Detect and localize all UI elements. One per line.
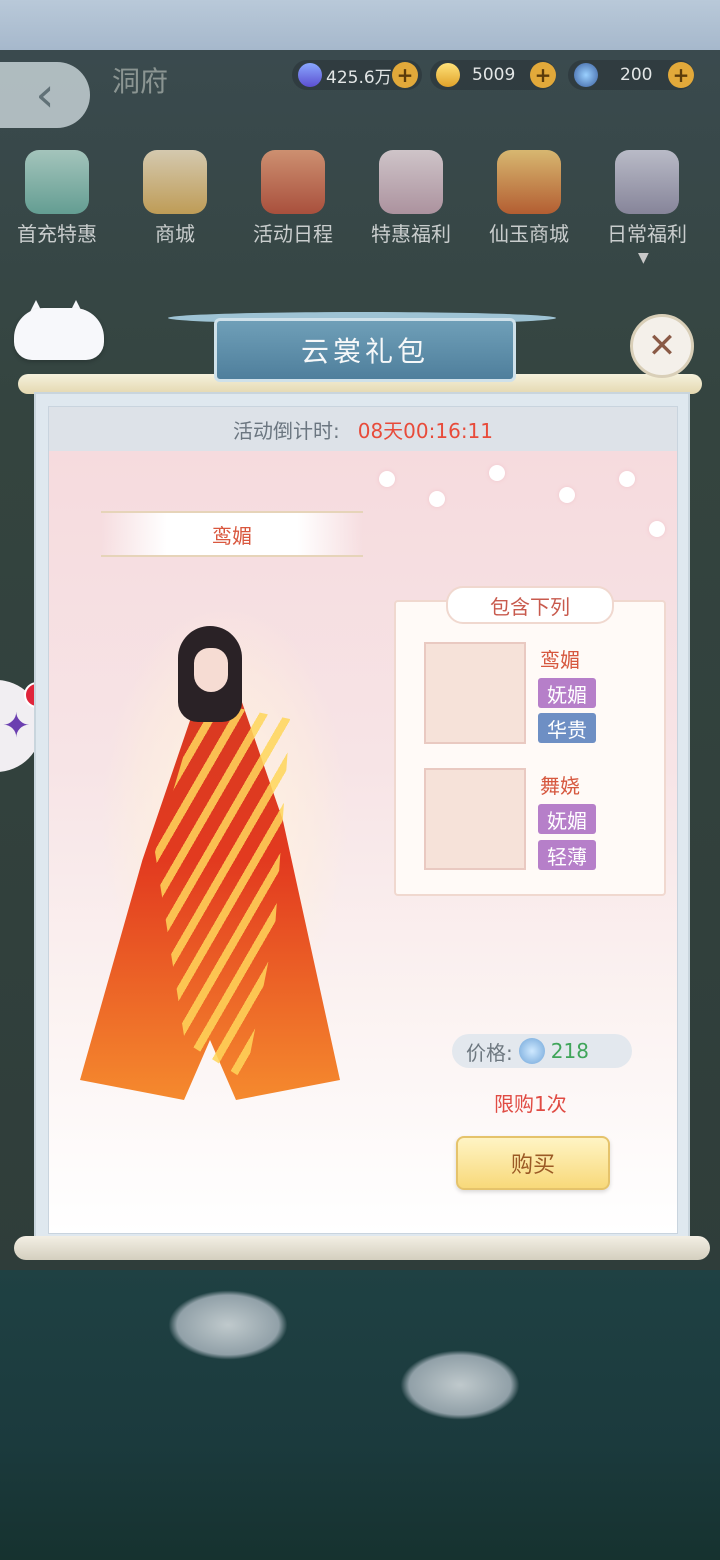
character-face (194, 648, 228, 692)
modal-title: 云裳礼包 (300, 335, 429, 368)
sky-strip (0, 0, 720, 50)
item-thumb-dress[interactable] (424, 768, 526, 870)
pond-scene (0, 1270, 720, 1560)
item-tag: 妩媚 (538, 678, 596, 708)
jade-shop-icon (497, 150, 561, 214)
jade-gem-icon (518, 1038, 545, 1064)
blossom-decoration (559, 487, 575, 503)
item-tag: 妩媚 (538, 804, 596, 834)
add-crystal-button[interactable]: + (392, 62, 418, 88)
close-icon: ✕ (647, 326, 677, 366)
item-name: 舞娆 (540, 774, 580, 798)
price-label: 价格: (466, 1040, 513, 1065)
menu-item-event-schedule[interactable]: 活动日程 (238, 150, 348, 250)
menu-item-shop[interactable]: 商城 (120, 150, 230, 250)
back-button[interactable]: ‹ (0, 62, 90, 128)
add-jade-button[interactable]: + (668, 62, 694, 88)
expand-menu-chevron-icon[interactable]: ▼ (638, 250, 649, 266)
item-tag: 轻薄 (538, 840, 596, 870)
menu-item-daily-benefit[interactable]: 日常福利 (592, 150, 702, 250)
menu-item-jade-shop[interactable]: 仙玉商城 (474, 150, 584, 250)
outfit-name: 鸾媚 (212, 523, 252, 548)
daily-benefit-icon (615, 150, 679, 214)
blossom-decoration (619, 471, 635, 487)
add-gold-button[interactable]: + (530, 62, 556, 88)
shop-icon (143, 150, 207, 214)
fox-mascot (14, 308, 104, 360)
special-benefit-icon (379, 150, 443, 214)
first-recharge-icon (25, 150, 89, 214)
menu-item-special-benefit[interactable]: 特惠福利 (356, 150, 466, 250)
item-thumb-headpiece[interactable] (424, 642, 526, 744)
item-name: 鸾媚 (540, 648, 580, 672)
countdown-bar: 活动倒计时: 08天00:16:11 (49, 407, 677, 451)
jade-orb-icon (574, 63, 598, 87)
gold-ingot-icon (436, 63, 460, 87)
buy-button[interactable]: 购买 (456, 1136, 610, 1190)
blossom-decoration (649, 521, 665, 537)
activity-menu: 首充特惠 商城 活动日程 特惠福利 仙玉商城 日常福利 (0, 150, 720, 250)
price-box: 价格: 218 (452, 1034, 632, 1068)
blossom-decoration (489, 465, 505, 481)
event-schedule-icon (261, 150, 325, 214)
outfit-name-ribbon: 鸾媚 (101, 511, 363, 557)
crystal-icon (298, 63, 322, 87)
purchase-limit: 限购1次 (494, 1092, 567, 1116)
modal-title-banner: 云裳礼包 (214, 318, 516, 382)
back-arrow-icon: ‹ (35, 67, 55, 123)
countdown-label: 活动倒计时: (232, 418, 340, 443)
price-value: 218 (550, 1039, 589, 1063)
blossom-decoration (379, 471, 395, 487)
lotus-decoration (400, 1350, 520, 1420)
menu-item-first-recharge[interactable]: 首充特惠 (2, 150, 112, 250)
lotus-decoration (168, 1290, 288, 1360)
page-title: 洞府 (112, 65, 169, 98)
item-tag: 华贵 (538, 713, 596, 743)
countdown-value: 08天00:16:11 (357, 418, 494, 443)
contains-title: 包含下列 (446, 586, 614, 624)
close-button[interactable]: ✕ (630, 314, 694, 378)
scroll-rod-bottom (14, 1236, 710, 1260)
blossom-decoration (429, 491, 445, 507)
side-tab-icon: ✦ (2, 706, 31, 746)
